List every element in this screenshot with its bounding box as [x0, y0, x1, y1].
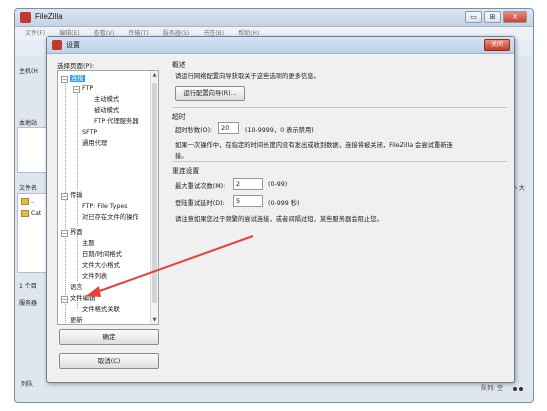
arrow-shaft — [93, 235, 254, 294]
arrow-head-icon — [86, 286, 101, 297]
annotation-arrow — [86, 235, 254, 297]
